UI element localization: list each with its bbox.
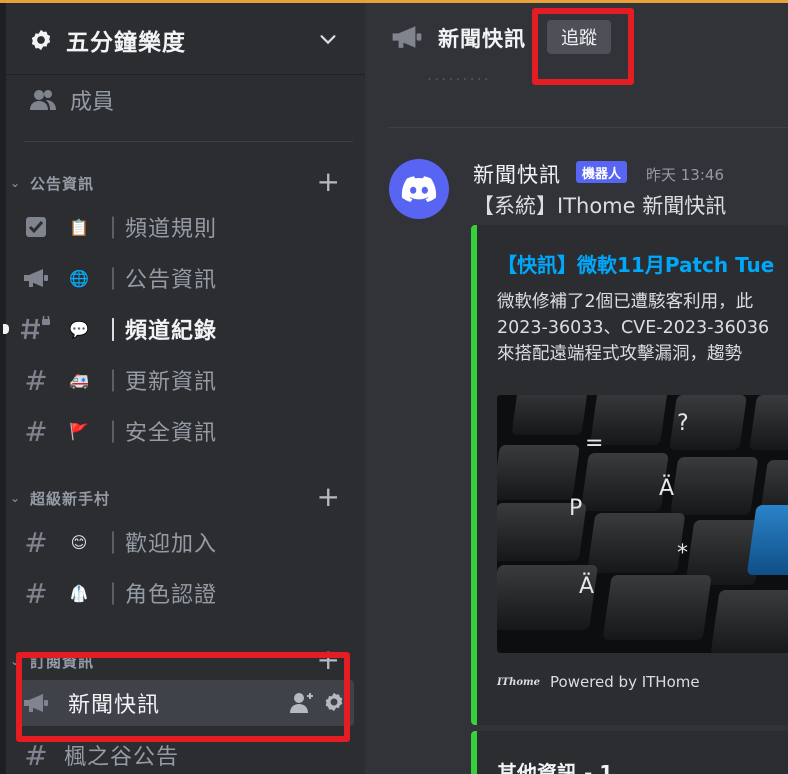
message-divider	[389, 127, 788, 128]
embed-keyboard-image[interactable]: P Ä Ä * = ?	[497, 395, 788, 653]
svg-text:P: P	[569, 496, 582, 521]
announcement-icon	[18, 693, 54, 713]
hashtag-icon: #	[24, 576, 48, 610]
channel-announcements[interactable]: 🌐 ｜公告資訊	[18, 255, 354, 301]
hashtag-icon: #	[24, 738, 48, 772]
embed-footer: IThome Powered by ITHome	[497, 673, 700, 691]
channel-settings-gear-icon[interactable]	[324, 692, 344, 712]
channel-sidebar: 五分鐘樂度 成員 ⌄ 公告資訊 + 📋 ｜頻道規則 🌐 ｜公告資訊 💬 ｜頻道紀…	[0, 3, 365, 774]
svg-text:?: ?	[677, 411, 689, 436]
globe-emoji-icon: 🌐	[69, 268, 89, 288]
announcement-icon	[392, 26, 422, 48]
channel-name: 楓之谷公告	[64, 745, 180, 770]
add-channel-icon[interactable]: +	[317, 646, 340, 674]
keyboard-photo-icon: P Ä Ä * = ?	[497, 395, 788, 653]
announcement-icon	[18, 268, 54, 288]
main-content: 新聞快訊 追蹤 ......... 新聞快訊 機器人 昨天 13:46 【系統】…	[365, 3, 788, 774]
bot-avatar[interactable]	[389, 159, 449, 219]
chevron-down-icon: ⌄	[10, 491, 21, 505]
embed-description: 微軟修補了2個已遭駭客利用，此 2023-36033、CVE-2023-3603…	[497, 289, 769, 367]
channel-name: ｜更新資訊	[102, 370, 218, 395]
scrolled-text-remnant: .........	[427, 65, 491, 84]
server-header[interactable]: 五分鐘樂度	[6, 3, 365, 75]
svg-text:=: =	[585, 431, 603, 456]
channel-security[interactable]: # 🚩 ｜安全資訊	[18, 408, 354, 454]
svg-text:Ä: Ä	[659, 475, 674, 501]
channel-title: 新聞快訊	[438, 27, 526, 51]
bot-tag: 機器人	[576, 161, 628, 183]
svg-text:Ä: Ä	[579, 573, 594, 599]
news-embed: 【快訊】微軟11月Patch Tue 微軟修補了2個已遭駭客利用，此 2023-…	[471, 225, 788, 725]
message-timestamp: 昨天 13:46	[646, 166, 724, 184]
channel-name: ｜歡迎加入	[102, 532, 218, 557]
channel-rules[interactable]: 📋 ｜頻道規則	[18, 204, 354, 250]
server-gear-icon	[31, 29, 51, 51]
follow-button[interactable]: 追蹤	[547, 20, 611, 54]
members-label: 成員	[70, 90, 115, 115]
lab-coat-emoji-icon: 🥼	[69, 583, 89, 603]
add-channel-icon[interactable]: +	[317, 483, 340, 511]
channel-name: ｜公告資訊	[102, 268, 218, 293]
category-label: 訂閱資訊	[30, 652, 95, 671]
channel-name: ｜安全資訊	[102, 421, 218, 446]
clipboard-emoji-icon: 📋	[69, 217, 89, 237]
members-link[interactable]: 成員	[30, 83, 114, 117]
channel-name: ｜頻道規則	[102, 217, 218, 242]
smiling-emoji-icon: 😊	[70, 532, 88, 552]
unread-indicator	[3, 324, 9, 334]
channel-updates[interactable]: # 🚑 ｜更新資訊	[18, 357, 354, 403]
hashtag-locked-icon	[18, 316, 54, 342]
channel-name: 新聞快訊	[68, 693, 161, 718]
channel-maplestory-notice[interactable]: # 楓之谷公告	[18, 732, 354, 774]
embed-description-line: 2023-36033、CVE-2023-36036	[497, 318, 770, 338]
embed-footer-text: Powered by ITHome	[550, 673, 700, 691]
rules-checkbox-icon	[18, 216, 54, 238]
discord-logo-icon	[401, 176, 437, 202]
category-label: 公告資訊	[30, 174, 95, 193]
server-name: 五分鐘樂度	[66, 30, 186, 56]
svg-text:*: *	[677, 541, 688, 566]
channel-welcome[interactable]: # 😊 ｜歡迎加入	[18, 519, 354, 565]
category-label: 超級新手村	[30, 489, 111, 508]
channel-name: ｜角色認證	[102, 583, 218, 608]
category-newbie-village[interactable]: ⌄ 超級新手村 +	[10, 483, 355, 511]
embed-description-line: 來搭配遠端程式攻擊漏洞，趨勢	[497, 344, 742, 364]
embed-title-link[interactable]: 【快訊】微軟11月Patch Tue	[497, 249, 774, 278]
chevron-down-icon[interactable]	[317, 28, 339, 50]
chevron-down-icon: ⌄	[10, 654, 21, 668]
embed-title: 其他資訊 - 1	[497, 761, 614, 774]
hashtag-icon: #	[24, 525, 48, 559]
embed-description-line: 微軟修補了2個已遭駭客利用，此	[497, 292, 754, 312]
channel-header: 新聞快訊 追蹤	[365, 3, 788, 73]
message-author[interactable]: 新聞快訊	[473, 159, 561, 189]
ambulance-emoji-icon: 🚑	[69, 370, 89, 390]
category-subscriptions[interactable]: ⌄ 訂閱資訊 +	[10, 646, 355, 674]
hashtag-icon: #	[24, 363, 48, 397]
channel-news-flash[interactable]: 新聞快訊	[18, 680, 354, 726]
other-info-embed: 其他資訊 - 1	[471, 731, 788, 774]
channel-name: ｜頻道紀錄	[102, 319, 218, 344]
channel-log[interactable]: 💬 ｜頻道紀錄	[18, 306, 354, 352]
hashtag-icon: #	[24, 414, 48, 448]
chevron-down-icon: ⌄	[10, 176, 21, 190]
category-announcements[interactable]: ⌄ 公告資訊 +	[10, 168, 355, 196]
red-flag-emoji-icon: 🚩	[69, 421, 89, 441]
sidebar-divider	[24, 141, 353, 142]
message-content: 【系統】IThome 新聞快訊	[473, 194, 727, 218]
speech-bubble-emoji-icon: 💬	[69, 319, 89, 339]
channel-role-verify[interactable]: # 🥼 ｜角色認證	[18, 570, 354, 616]
members-icon	[30, 90, 56, 110]
invite-user-icon[interactable]	[290, 692, 314, 714]
add-channel-icon[interactable]: +	[317, 168, 340, 196]
ithome-logo: IThome	[497, 676, 541, 688]
